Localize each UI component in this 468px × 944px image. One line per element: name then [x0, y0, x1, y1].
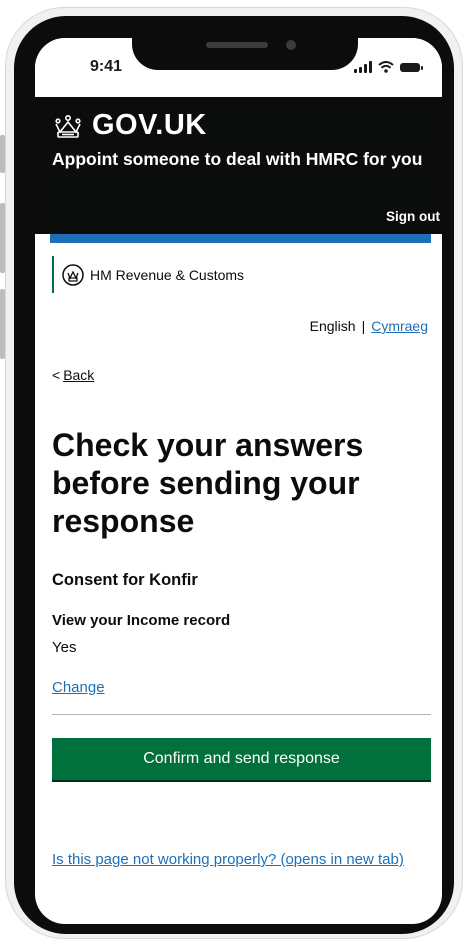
change-link[interactable]: Change	[52, 679, 105, 696]
side-button-volume-up	[0, 203, 5, 273]
service-name[interactable]: Appoint someone to deal with HMRC for yo…	[52, 149, 432, 169]
battery-icon	[400, 62, 423, 72]
back-link[interactable]: Back	[63, 367, 94, 383]
page-title: Check your answers before sending your r…	[52, 427, 364, 539]
summary-value: Yes	[52, 639, 77, 656]
back-link-container: < Back	[52, 367, 94, 383]
wifi-icon	[378, 61, 394, 73]
language-toggle: English | Cymraeg	[310, 318, 428, 334]
status-time: 9:41	[90, 58, 123, 75]
confirm-send-button[interactable]: Confirm and send response	[52, 738, 431, 780]
side-button-silent	[0, 135, 5, 173]
crown-icon	[55, 114, 81, 138]
summary-key: View your Income record	[52, 612, 231, 629]
govuk-logo[interactable]: GOV.UK	[52, 109, 207, 142]
language-separator: |	[361, 318, 366, 334]
summary-divider	[52, 714, 431, 715]
status-icons	[354, 61, 423, 73]
page-not-working-link[interactable]: Is this page not working properly? (open…	[52, 850, 432, 869]
govuk-header: GOV.UK Appoint someone to deal with HMRC…	[35, 97, 442, 234]
hmrc-banner: HM Revenue & Customs	[52, 256, 244, 293]
language-english: English	[309, 318, 356, 334]
govuk-logo-text: GOV.UK	[92, 109, 207, 141]
hmrc-label: HM Revenue & Customs	[90, 266, 245, 283]
chevron-left-icon: <	[52, 367, 61, 383]
phone-screen: 9:41 GOV.UK Appoint someone to deal with…	[35, 38, 442, 924]
sign-out-link[interactable]: Sign out	[386, 209, 440, 224]
side-button-volume-down	[0, 289, 5, 359]
hmrc-crest-icon	[62, 263, 84, 286]
section-heading: Consent for Konfir	[52, 571, 198, 589]
header-blue-bar	[50, 234, 431, 243]
speaker	[206, 42, 268, 48]
notch	[132, 38, 358, 70]
signal-icon	[354, 61, 372, 73]
camera	[286, 40, 296, 50]
language-welsh-link[interactable]: Cymraeg	[371, 318, 428, 334]
